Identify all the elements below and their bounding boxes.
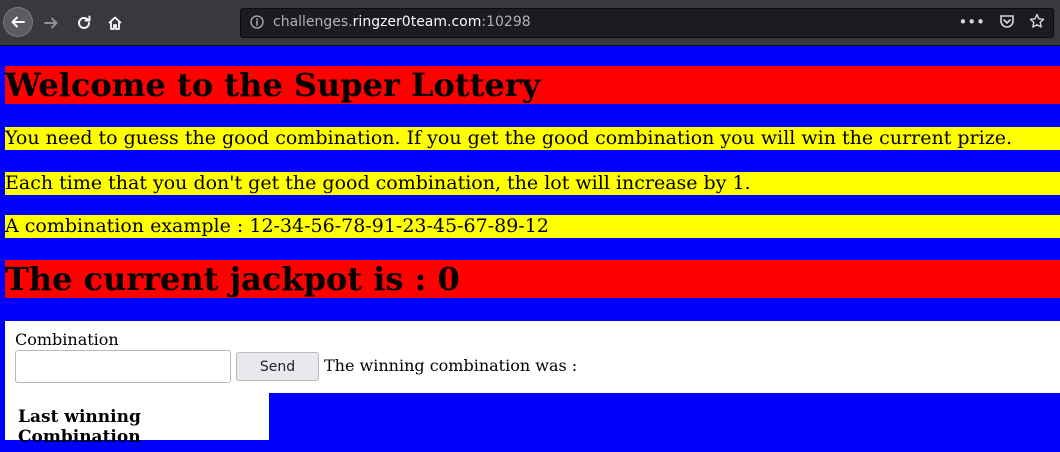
more-actions-icon[interactable]: ••• (958, 13, 985, 33)
url-port: :10298 (481, 14, 531, 30)
combination-form: Combination Send The winning combination… (5, 321, 1060, 393)
intro-band: You need to guess the good combination. … (5, 127, 1060, 150)
home-icon (108, 16, 122, 30)
reload-icon (78, 15, 91, 29)
jackpot-band: The current jackpot is : 0 (5, 260, 1060, 298)
url-prefix: challenges. (273, 14, 353, 30)
forward-button[interactable] (37, 9, 65, 37)
example-band: A combination example : 12-34-56-78-91-2… (5, 215, 1060, 238)
last-winning-heading: Last winning Combination (18, 407, 141, 447)
winning-combination-text: The winning combination was : (324, 356, 578, 375)
url-actions: ••• (958, 13, 1045, 33)
send-button[interactable]: Send (236, 352, 319, 381)
increase-band: Each time that you don't get the good co… (5, 172, 1060, 195)
back-button[interactable] (3, 7, 33, 37)
url-host: ringzer0team.com (352, 14, 482, 30)
intro-text: You need to guess the good combination. … (5, 127, 1012, 149)
increase-text: Each time that you don't get the good co… (5, 172, 751, 194)
bookmark-star-icon[interactable] (1029, 13, 1045, 33)
home-button[interactable] (101, 9, 129, 37)
pocket-icon[interactable] (999, 13, 1015, 33)
jackpot-heading: The current jackpot is : 0 (5, 260, 460, 298)
browser-toolbar: challenges.ringzer0team.com:10298 ••• (0, 0, 1060, 46)
combination-input[interactable] (15, 350, 231, 383)
arrow-left-icon (11, 16, 25, 28)
url-text[interactable]: challenges.ringzer0team.com:10298 (273, 14, 531, 30)
arrow-right-icon (44, 17, 58, 29)
title-band: Welcome to the Super Lottery (5, 66, 1060, 104)
info-icon[interactable] (250, 15, 264, 33)
address-bar[interactable]: challenges.ringzer0team.com:10298 ••• (240, 8, 1054, 38)
page-title: Welcome to the Super Lottery (5, 66, 541, 104)
combination-label: Combination (15, 330, 119, 349)
last-winning-panel: Last winning Combination (5, 393, 269, 447)
example-text: A combination example : 12-34-56-78-91-2… (5, 215, 549, 237)
reload-button[interactable] (70, 9, 98, 37)
